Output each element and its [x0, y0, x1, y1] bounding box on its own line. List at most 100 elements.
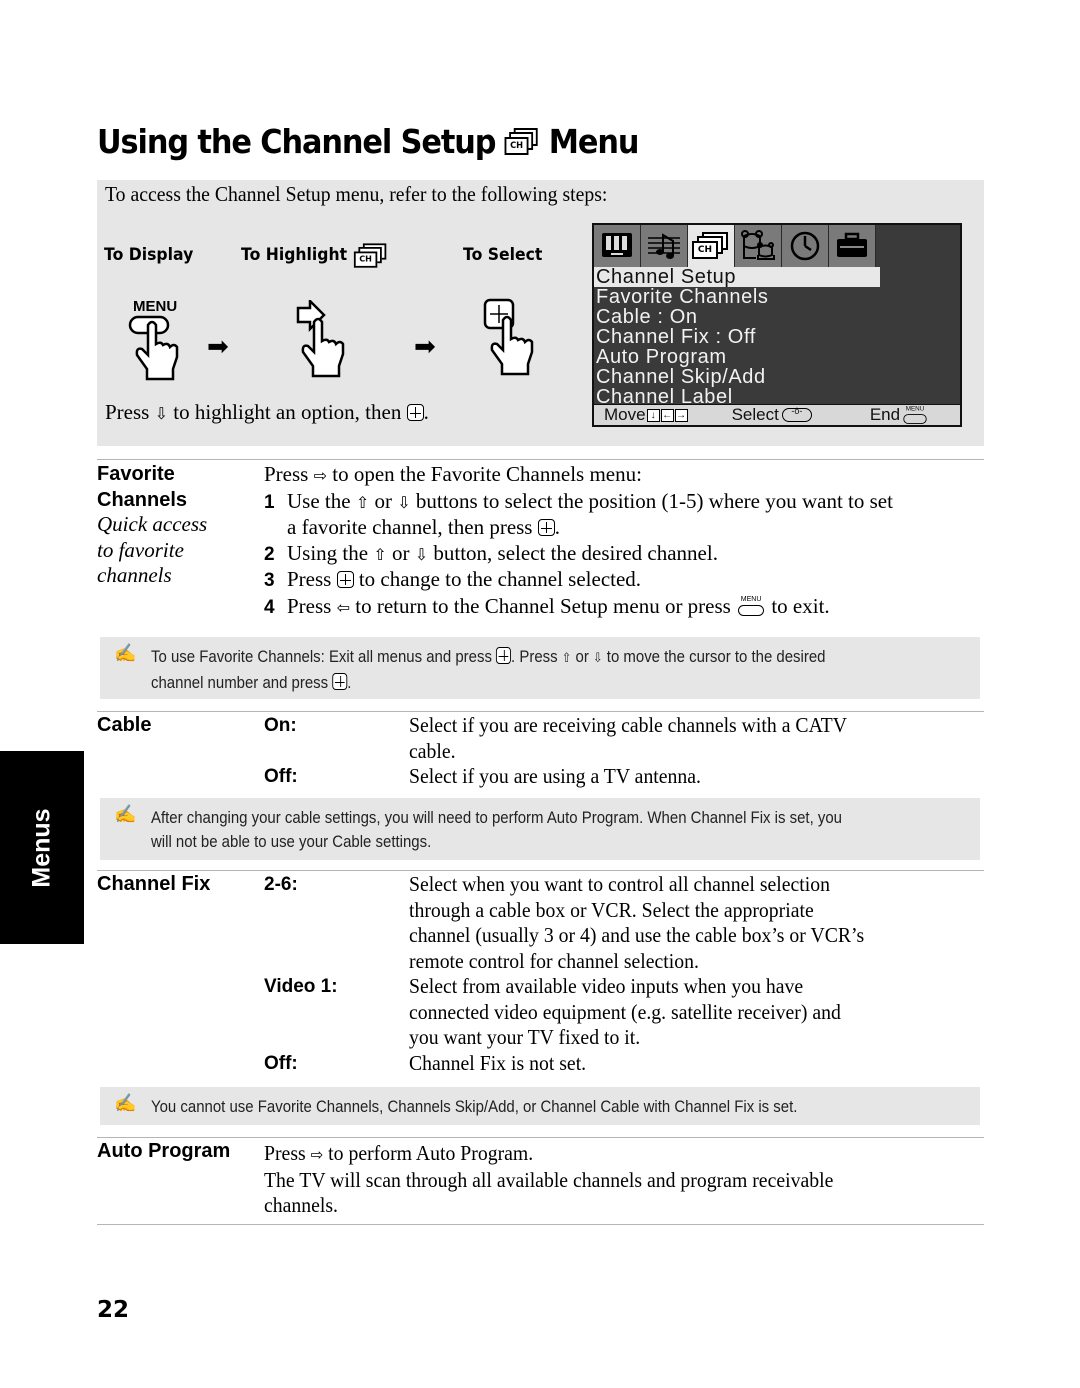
- chapter-side-tab: Menus: [0, 751, 84, 944]
- favorite-note: ✍ To use Favorite Channels: Exit all men…: [100, 637, 980, 699]
- osd-menu-list: Channel Setup Favorite Channels Cable : …: [594, 267, 960, 407]
- favorite-channels-body: Press ⇨ to open the Favorite Channels me…: [264, 462, 893, 621]
- note-pencil-icon: ✍: [114, 1093, 137, 1113]
- auto-program-title: Auto Program: [97, 1140, 231, 1162]
- toolbox-icon: [837, 232, 867, 257]
- note-pencil-icon: ✍: [114, 643, 137, 663]
- tv-osd-menu: CH Channel Setup Favorite Channels Cable…: [592, 223, 962, 427]
- section-divider: [97, 459, 984, 460]
- right-arrow-icon: ⇨: [313, 466, 327, 485]
- channel-fix-option-off-label: Off:: [264, 1053, 298, 1074]
- chapter-side-tab-label: Menus: [27, 807, 56, 888]
- channel-icon: CH: [692, 232, 730, 260]
- select-button-icon: [496, 647, 512, 664]
- menu-button-label: MENU: [133, 298, 178, 315]
- select-button-icon: [406, 404, 424, 421]
- cable-option-on-label: On:: [264, 715, 297, 736]
- osd-item-channel-skip-add[interactable]: Channel Skip/Add: [594, 367, 960, 387]
- parent-bears-icon: [741, 230, 775, 260]
- osd-tab-parent[interactable]: [735, 225, 782, 267]
- favorite-step-1: 1 Use the ⇧ or ⇩ buttons to select the po…: [264, 488, 893, 513]
- osd-tab-channel[interactable]: CH: [688, 225, 735, 267]
- page-number: 22: [97, 1297, 130, 1323]
- osd-tab-picture[interactable]: [594, 225, 641, 267]
- channel-fix-option-2-6-desc: Select when you want to control all chan…: [409, 872, 865, 973]
- up-arrow-icon: ⇧: [373, 544, 387, 564]
- step-label-display: To Display: [104, 245, 194, 265]
- channel-fix-option-2-6-label: 2-6:: [264, 874, 298, 895]
- osd-end-label: End: [869, 405, 901, 424]
- cable-title: Cable: [97, 714, 152, 736]
- select-button-icon: [332, 673, 348, 690]
- osd-tab-bar: CH: [594, 225, 876, 267]
- intro-text: To access the Channel Setup menu, refer …: [105, 182, 608, 206]
- select-button-icon: [537, 519, 555, 537]
- left-key-icon: ←: [660, 408, 674, 422]
- right-arrow-icon: ⇨: [310, 1145, 324, 1164]
- down-arrow-icon: ⇩: [154, 404, 168, 423]
- cable-note: ✍ After changing your cable settings, yo…: [100, 798, 980, 860]
- picture-icon: [602, 233, 632, 257]
- section-divider: [97, 1137, 984, 1138]
- hand-pressing-right-icon: [296, 297, 356, 385]
- down-arrow-icon: ⇩: [593, 651, 603, 666]
- favorite-note-text: To use Favorite Channels: Exit all menus…: [151, 647, 826, 692]
- clock-icon: [790, 231, 820, 261]
- left-arrow-icon: ⇦: [336, 597, 350, 617]
- channel-fix-option-video1-desc: Select from available video inputs when …: [409, 974, 841, 1050]
- osd-item-channel-setup[interactable]: Channel Setup: [594, 267, 880, 287]
- cable-option-off-label: Off:: [264, 766, 298, 787]
- favorite-step-1-cont: a favorite channel, then press .: [287, 515, 560, 540]
- favorite-step-3: 3 Press to change to the channel selected…: [264, 567, 642, 592]
- page-title: Using the Channel Setup CH Menu: [97, 122, 640, 161]
- down-key-icon: ↓: [646, 408, 660, 422]
- arrow-step-icon: ➡: [207, 332, 229, 361]
- osd-item-auto-program[interactable]: Auto Program: [594, 347, 960, 367]
- favorite-intro: Press ⇨ to open the Favorite Channels me…: [264, 462, 642, 486]
- favorite-channels-title: Favorite Channels: [97, 463, 188, 511]
- menu-key-icon: MENU: [902, 406, 929, 424]
- favorite-step-4: 4 Press ⇦ to return to the Channel Setup …: [264, 593, 830, 618]
- section-divider: [97, 1224, 984, 1225]
- menu-button-press-illustration: MENU: [128, 298, 198, 400]
- osd-item-favorite-channels[interactable]: Favorite Channels: [594, 287, 960, 307]
- note-pencil-icon: ✍: [114, 804, 137, 824]
- section-divider: [97, 711, 984, 712]
- section-divider: [97, 870, 984, 871]
- osd-item-cable[interactable]: Cable : On: [594, 307, 960, 327]
- cable-note-text: After changing your cable settings, you …: [151, 808, 843, 851]
- osd-tab-setup[interactable]: [829, 225, 876, 267]
- favorite-channels-subtitle: Quick access to favorite channels: [97, 512, 208, 588]
- press-hint: Press ⇩ to highlight an option, then .: [105, 400, 429, 424]
- down-arrow-icon: ⇩: [397, 492, 411, 512]
- right-key-icon: →: [674, 408, 688, 422]
- osd-item-channel-fix[interactable]: Channel Fix : Off: [594, 327, 960, 347]
- osd-move-label: Move: [604, 405, 646, 424]
- down-arrow-icon: ⇩: [414, 544, 429, 564]
- title-text-before: Using the Channel Setup: [97, 122, 497, 161]
- cable-option-on-desc: Select if you are receiving cable channe…: [409, 713, 847, 763]
- channel-setup-icon: CH: [504, 127, 540, 156]
- osd-select-label: Select: [731, 405, 779, 424]
- hand-pressing-select-icon: [483, 298, 543, 383]
- channel-fix-note-text: You cannot use Favorite Channels, Channe…: [151, 1097, 798, 1116]
- audio-icon: [648, 233, 680, 259]
- step-label-highlight: To Highlight: [241, 245, 348, 265]
- title-text-after: Menu: [548, 122, 640, 161]
- select-key-icon: [781, 406, 812, 422]
- arrow-step-icon: ➡: [414, 332, 436, 361]
- channel-fix-note: ✍ You cannot use Favorite Channels, Chan…: [100, 1087, 980, 1125]
- osd-tab-audio[interactable]: [641, 225, 688, 267]
- channel-fix-option-video1-label: Video 1:: [264, 976, 338, 997]
- cable-option-off-desc: Select if you are using a TV antenna.: [409, 764, 702, 788]
- select-button-icon: [336, 571, 354, 589]
- step-label-select: To Select: [463, 245, 543, 265]
- osd-tab-timer[interactable]: [782, 225, 829, 267]
- channel-fix-title: Channel Fix: [97, 873, 211, 895]
- auto-program-desc: Press ⇨ to perform Auto Program. The TV …: [264, 1141, 834, 1218]
- channel-fix-option-off-desc: Channel Fix is not set.: [409, 1051, 587, 1075]
- channel-setup-icon: CH: [353, 243, 388, 268]
- up-arrow-icon: ⇧: [561, 651, 572, 666]
- favorite-step-2: 2 Using the ⇧ or ⇩ button, select the des…: [264, 540, 718, 565]
- up-arrow-icon: ⇧: [355, 492, 370, 512]
